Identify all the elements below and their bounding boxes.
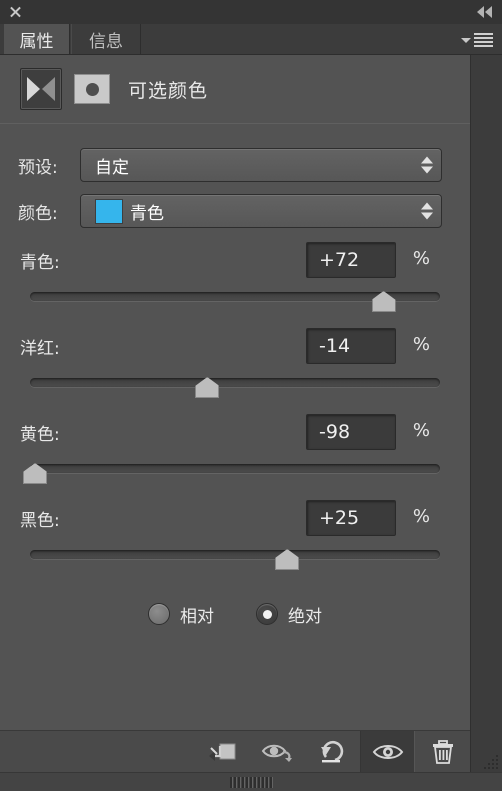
preset-select[interactable]: 自定 [80, 148, 442, 182]
slider-input-black[interactable]: +25 [306, 500, 396, 536]
slider-value-black: +25 [319, 507, 360, 529]
double-chevron-left-icon[interactable] [466, 5, 492, 19]
reset-icon[interactable] [305, 731, 360, 773]
radio-absolute[interactable]: 绝对 [256, 602, 322, 627]
panel-toolbar [0, 730, 470, 773]
adjustment-header: 可选颜色 [0, 55, 470, 123]
slider-group-black: 黑色: +25 % [0, 500, 470, 578]
slider-track-black[interactable] [30, 546, 440, 570]
slider-label-magenta: 洋红: [20, 339, 60, 359]
slider-input-magenta[interactable]: -14 [306, 328, 396, 364]
properties-panel: 属性 信息 可选颜色 预设: 自定 颜色: 青色 青色: +72 % 洋红: -… [0, 0, 502, 791]
panel-tabstrip: 属性 信息 [0, 24, 502, 55]
slider-unit-yellow: % [412, 420, 430, 441]
radio-relative-label: 相对 [180, 606, 214, 627]
delete-adjustment-layer-icon[interactable] [415, 731, 470, 773]
slider-group-magenta: 洋红: -14 % [0, 328, 470, 406]
panel-titlebar [0, 0, 502, 25]
panel-content: 预设: 自定 颜色: 青色 青色: +72 % 洋红: -14 % 黄色: -9… [0, 123, 470, 731]
panel-bottom-strip [0, 772, 502, 791]
radio-absolute-label: 绝对 [288, 606, 322, 627]
tab-properties-label: 属性 [19, 31, 54, 52]
hamburger-menu-icon[interactable] [461, 31, 495, 48]
slider-track-cyan[interactable] [30, 288, 440, 312]
slider-track-magenta[interactable] [30, 374, 440, 398]
panel-right-gutter [470, 0, 502, 790]
preset-row: 预设: 自定 [0, 146, 470, 184]
toggle-layer-visibility-icon[interactable] [360, 730, 415, 773]
slider-label-yellow: 黄色: [20, 425, 60, 445]
colors-value: 青色 [130, 203, 164, 224]
color-swatch [95, 198, 123, 224]
radio-relative-indicator [148, 603, 170, 625]
slider-track-yellow[interactable] [23, 460, 440, 484]
view-previous-state-icon[interactable] [250, 731, 305, 773]
slider-input-yellow[interactable]: -98 [306, 414, 396, 450]
slider-value-magenta: -14 [319, 335, 351, 357]
colors-stepper-icon[interactable] [421, 202, 433, 220]
colors-label: 颜色: [18, 203, 58, 224]
preset-label: 预设: [18, 157, 58, 178]
slider-input-cyan[interactable]: +72 [306, 242, 396, 278]
slider-value-cyan: +72 [319, 249, 360, 271]
tab-info[interactable]: 信息 [71, 24, 141, 54]
slider-label-cyan: 青色: [20, 253, 60, 273]
colors-row: 颜色: 青色 [0, 192, 470, 230]
radio-relative[interactable]: 相对 [148, 602, 214, 627]
panel-drag-handle-icon[interactable] [219, 777, 283, 788]
slider-unit-black: % [412, 506, 430, 527]
tab-info-label: 信息 [89, 31, 123, 52]
radio-absolute-indicator [256, 603, 278, 625]
slider-value-yellow: -98 [319, 421, 351, 443]
slider-group-cyan: 青色: +72 % [0, 242, 470, 320]
slider-label-black: 黑色: [20, 511, 60, 531]
colors-select[interactable]: 青色 [80, 194, 442, 228]
preset-value: 自定 [95, 157, 129, 178]
method-radio-group: 相对 绝对 [0, 592, 470, 636]
slider-group-yellow: 黄色: -98 % [0, 414, 470, 492]
clip-to-layer-icon[interactable] [195, 731, 250, 773]
slider-unit-cyan: % [412, 248, 430, 269]
slider-unit-magenta: % [412, 334, 430, 355]
layer-mask-thumbnail-icon[interactable] [74, 74, 110, 104]
tab-properties[interactable]: 属性 [4, 24, 70, 54]
close-icon[interactable] [8, 5, 22, 19]
preset-stepper-icon[interactable] [421, 156, 433, 174]
selective-color-adjustment-icon[interactable] [20, 68, 62, 110]
resize-grip-icon[interactable] [483, 754, 499, 770]
page-title: 可选颜色 [128, 79, 209, 102]
